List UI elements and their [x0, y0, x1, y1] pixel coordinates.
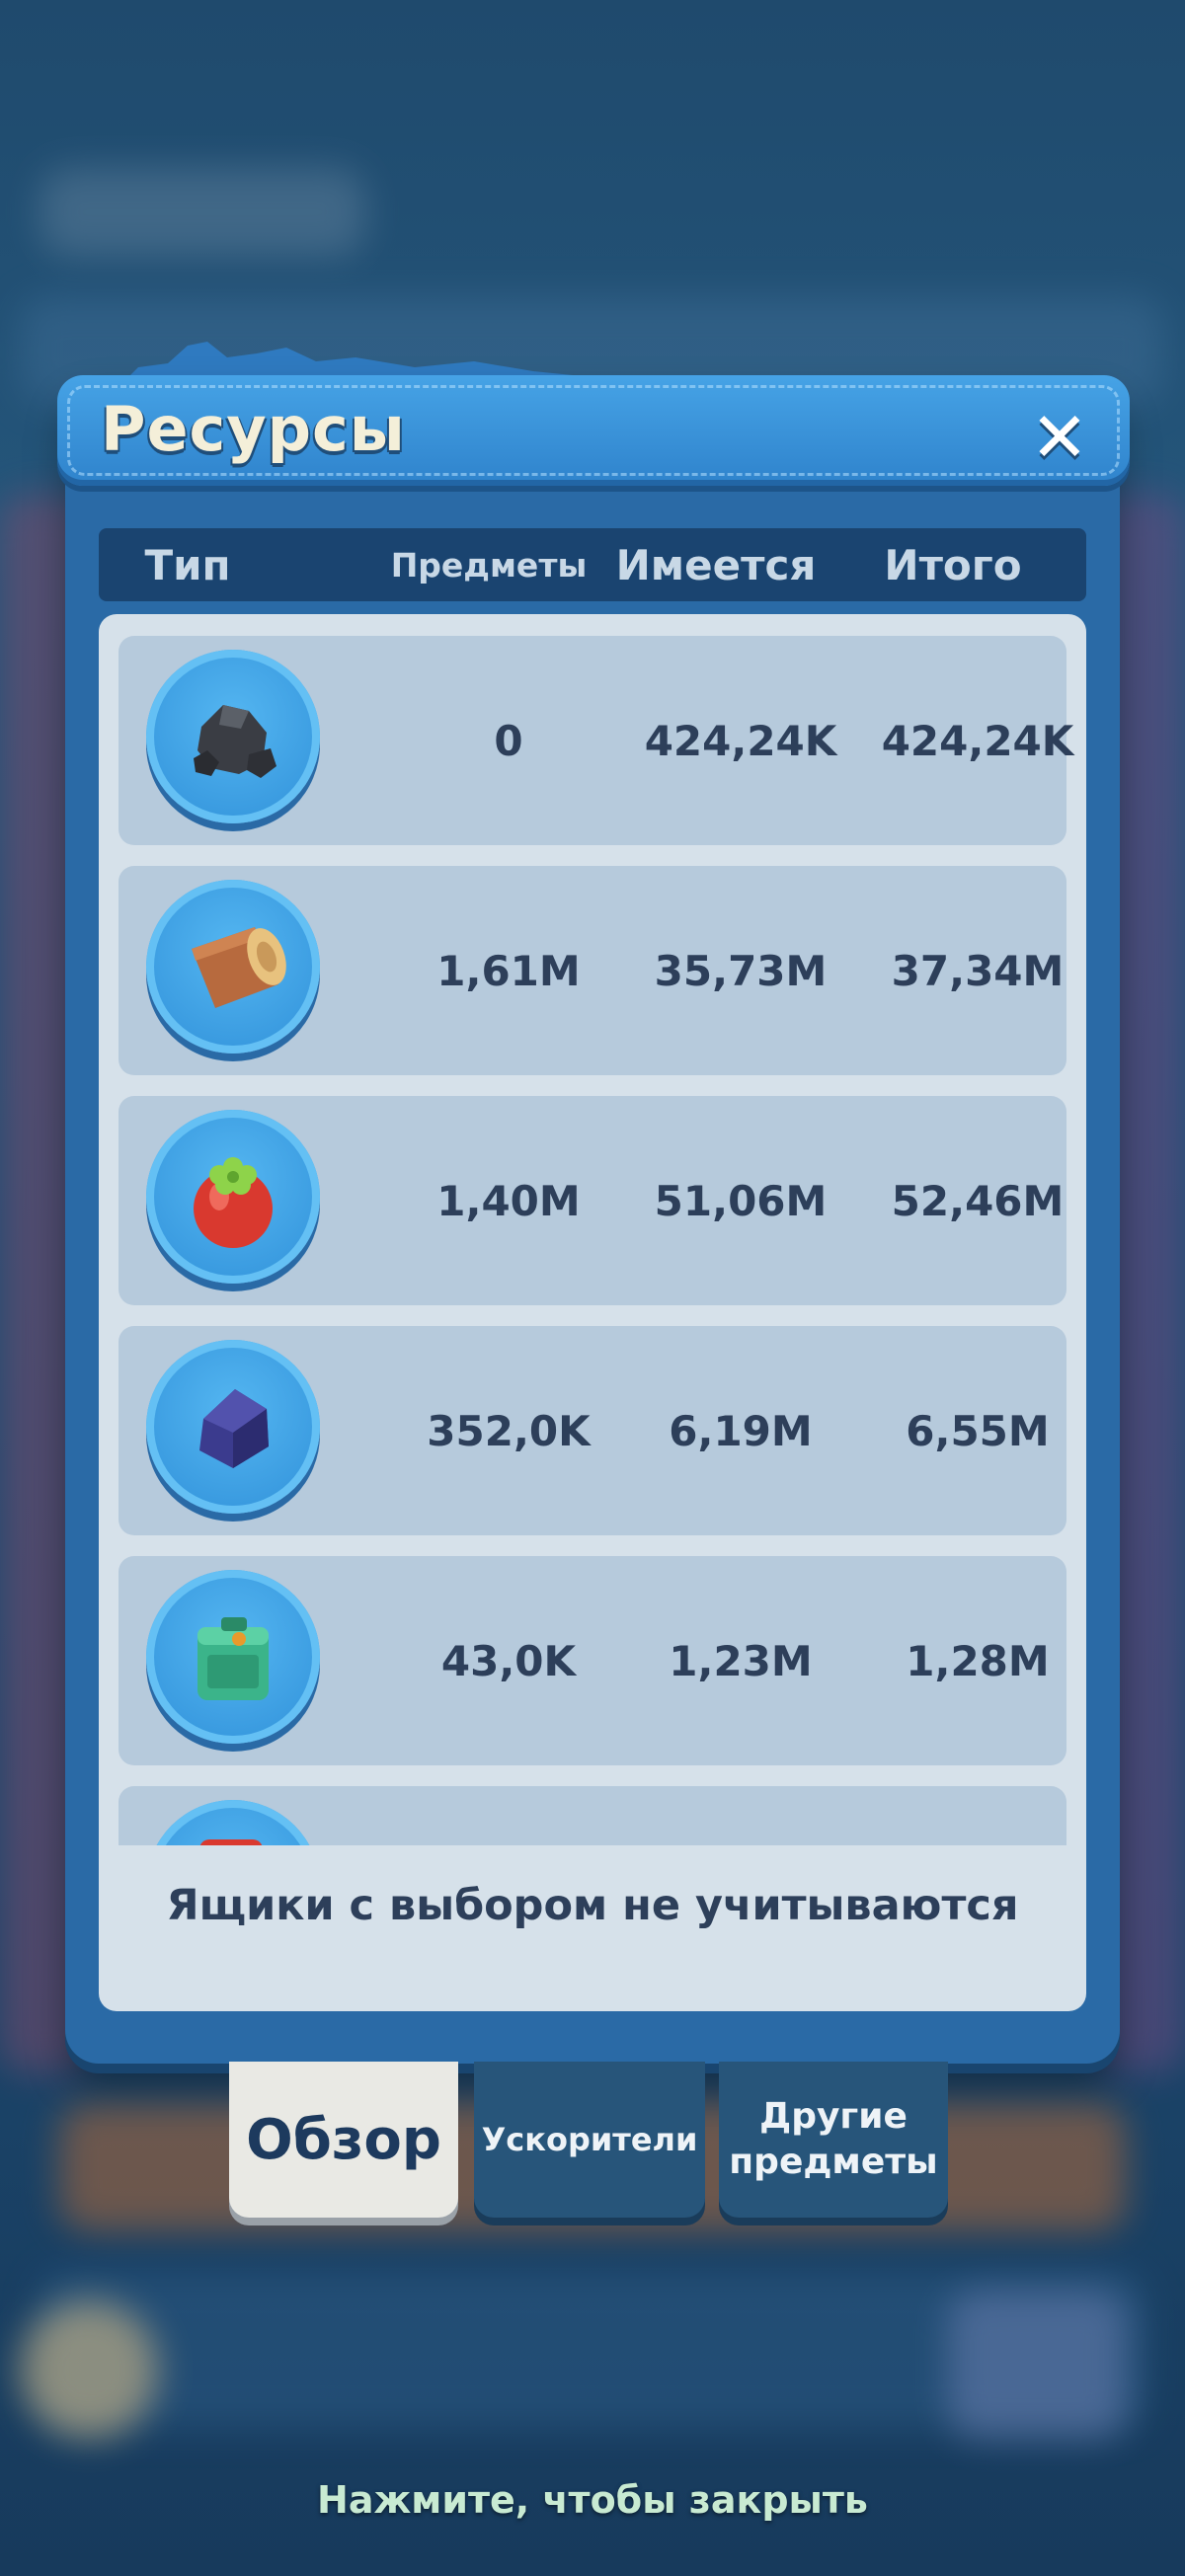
table-row [118, 1786, 1066, 1845]
resource-list-viewport[interactable]: 0 424,24K 424,24K 1,61M 35,73M 37,34M 1,… [99, 614, 1086, 1845]
red-item-icon [146, 1800, 320, 1845]
column-header-items: Предметы [390, 545, 588, 585]
row-items: 43,0K [440, 1636, 577, 1685]
tap-to-close-hint[interactable]: Нажмите, чтобы закрыть [0, 2478, 1185, 2522]
tab-boosters[interactable]: Ускорители [474, 2062, 705, 2218]
row-items: 0 [494, 716, 523, 765]
row-have: 6,19M [669, 1406, 813, 1455]
background-blur [40, 168, 365, 257]
column-header-type: Тип [144, 540, 231, 589]
table-row: 1,61M 35,73M 37,34M [118, 866, 1066, 1075]
blue-crystal-icon [146, 1340, 320, 1514]
close-icon: ✕ [1030, 397, 1089, 478]
row-items: 1,61M [436, 946, 581, 995]
tab-other-items-label-line1: Другие [759, 2096, 908, 2137]
wood-log-icon [146, 880, 320, 1054]
tab-other-items[interactable]: Другие предметы [719, 2062, 948, 2218]
row-have: 424,24K [644, 716, 837, 765]
row-items: 352,0K [427, 1406, 591, 1455]
column-header-have: Имеется [615, 540, 817, 589]
footnote-text: Ящики с выбором не учитываются [166, 1881, 1019, 1930]
column-header-total: Итого [884, 540, 1022, 589]
close-button[interactable]: ✕ [1017, 395, 1102, 480]
coal-icon [146, 650, 320, 823]
row-have [622, 1786, 859, 1845]
background-blur [948, 2291, 1126, 2439]
table-row: 0 424,24K 424,24K [118, 636, 1073, 845]
tab-overview[interactable]: Обзор [229, 2062, 458, 2218]
dialog-title: Ресурсы [101, 393, 406, 465]
fruit-food-icon [146, 1110, 320, 1284]
row-total: 6,55M [906, 1406, 1050, 1455]
row-total: 37,34M [891, 946, 1065, 995]
table-row: 1,40M 51,06M 52,46M [118, 1096, 1066, 1305]
row-total: 424,24K [881, 716, 1074, 765]
row-total: 52,46M [891, 1176, 1065, 1225]
row-have: 35,73M [654, 946, 828, 995]
row-total [859, 1786, 1086, 1845]
row-items [395, 1786, 622, 1845]
row-total: 1,28M [906, 1636, 1050, 1685]
row-items: 1,40M [436, 1176, 581, 1225]
table-row: 43,0K 1,23M 1,28M [118, 1556, 1066, 1765]
tab-other-items-label-line2: предметы [729, 2142, 938, 2182]
tab-overview-label: Обзор [246, 2107, 441, 2172]
row-have: 51,06M [654, 1176, 828, 1225]
background-blur [20, 2301, 158, 2439]
row-have: 1,23M [669, 1636, 813, 1685]
tab-boosters-label: Ускорители [481, 2121, 698, 2158]
table-row: 352,0K 6,19M 6,55M [118, 1326, 1066, 1535]
green-canister-icon [146, 1570, 320, 1744]
